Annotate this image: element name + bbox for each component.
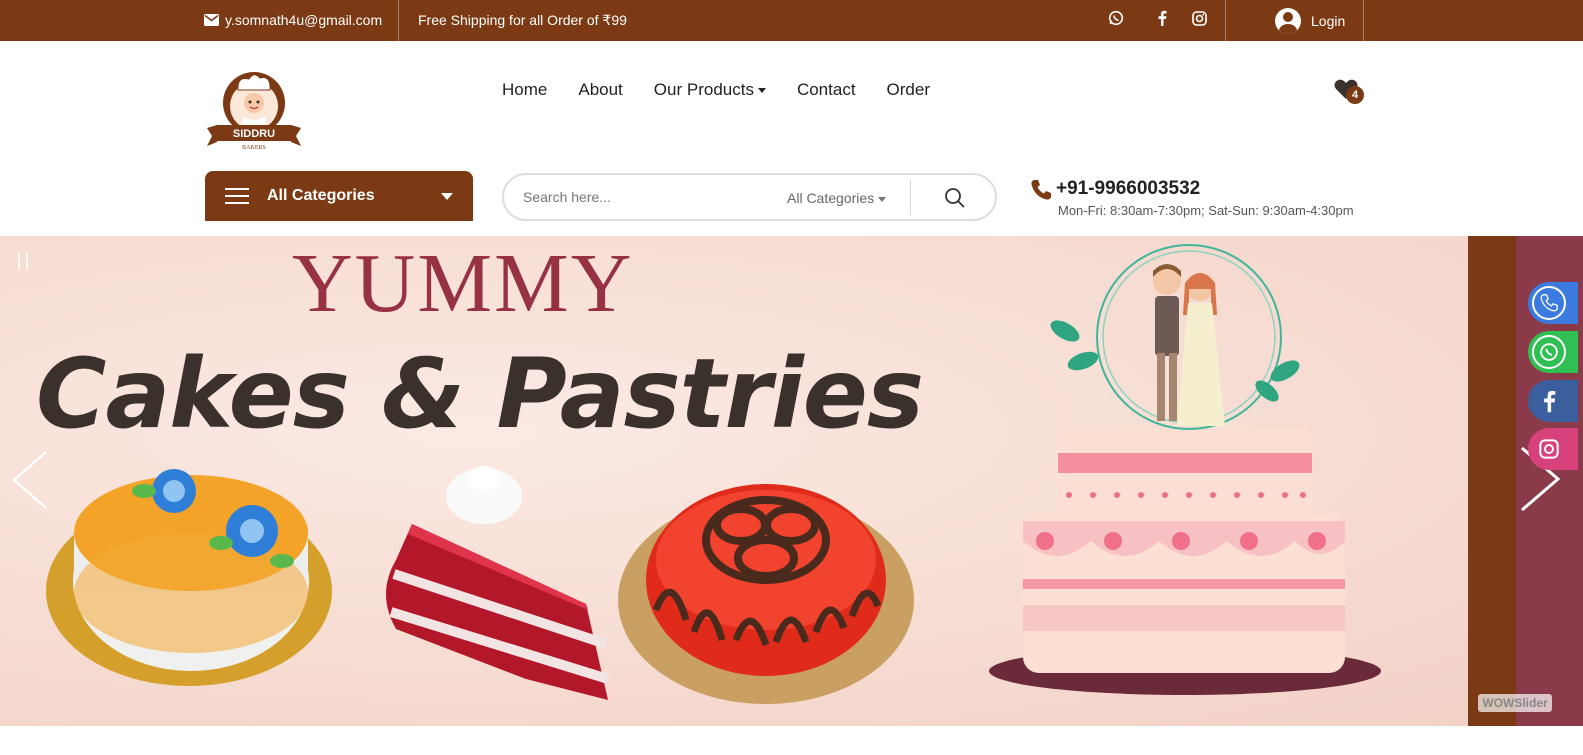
slider-prev-arrow-icon[interactable] — [10, 450, 50, 510]
banner-title-large: Cakes & Pastries — [36, 338, 924, 450]
search-bar: All Categories — [502, 173, 997, 221]
divider — [398, 0, 399, 41]
nav-order[interactable]: Order — [887, 80, 930, 100]
email-text: y.somnath4u@gmail.com — [225, 12, 383, 28]
hero-slider: YUMMY Cakes & Pastries WOWSlider — [0, 236, 1583, 726]
top-bar: y.somnath4u@gmail.com Free Shipping for … — [0, 0, 1583, 41]
nav-our-products-label: Our Products — [653, 80, 754, 99]
orange-cake-image — [46, 469, 332, 686]
whatsapp-icon[interactable] — [1107, 9, 1125, 27]
all-categories-button[interactable]: All Categories — [205, 171, 473, 221]
instagram-icon — [1532, 432, 1566, 466]
facebook-floating-button[interactable] — [1528, 380, 1578, 422]
divider — [910, 179, 911, 215]
caret-down-icon — [757, 88, 766, 94]
main-nav: Home About Our Products Contact Order — [502, 80, 930, 100]
list-menu-icon — [225, 188, 249, 204]
logo-subtext: BAKERS — [242, 145, 266, 151]
opening-hours: Mon-Fri: 8:30am-7:30pm; Sat-Sun: 9:30am-… — [1058, 203, 1354, 218]
search-category-select[interactable]: All Categories — [787, 190, 887, 206]
wishlist-count-badge: 4 — [1346, 86, 1364, 104]
wedding-cake-image — [989, 244, 1381, 695]
envelope-icon — [204, 14, 219, 26]
email-link[interactable]: y.somnath4u@gmail.com — [204, 12, 382, 28]
nav-our-products[interactable]: Our Products — [654, 80, 766, 100]
logo-text: SIDDRU — [233, 128, 275, 140]
search-button[interactable] — [944, 187, 966, 209]
whatsapp-icon — [1532, 335, 1566, 369]
login-label: Login — [1311, 13, 1346, 29]
instagram-floating-button[interactable] — [1528, 428, 1578, 470]
red-chocolate-cake-image — [618, 484, 914, 704]
wishlist-button[interactable]: 4 — [1334, 78, 1366, 106]
search-icon — [945, 188, 965, 208]
user-icon — [1275, 8, 1301, 34]
banner-title-small: YUMMY — [292, 237, 634, 330]
whatsapp-floating-button[interactable] — [1528, 331, 1578, 373]
all-categories-label: All Categories — [267, 187, 375, 204]
caret-down-icon — [878, 196, 887, 202]
pause-icon[interactable] — [18, 252, 28, 270]
red-velvet-slice-image — [386, 466, 610, 700]
nav-about[interactable]: About — [578, 80, 622, 100]
login-button[interactable]: Login — [1275, 8, 1345, 34]
phone-number[interactable]: +91-9966003532 — [1056, 178, 1200, 200]
call-floating-button[interactable] — [1528, 282, 1578, 324]
nav-home[interactable]: Home — [502, 80, 547, 100]
facebook-icon — [1532, 384, 1566, 418]
search-input[interactable] — [504, 189, 764, 205]
site-logo[interactable]: SIDDRU BAKERS — [205, 70, 303, 152]
nav-contact[interactable]: Contact — [797, 80, 856, 100]
caret-down-icon — [441, 193, 453, 200]
facebook-icon[interactable] — [1153, 9, 1171, 27]
phone-icon — [1031, 180, 1051, 200]
shipping-notice: Free Shipping for all Order of ₹99 — [418, 12, 627, 28]
phone-icon — [1532, 286, 1566, 320]
slider-side-panel — [1468, 236, 1516, 726]
divider — [1363, 0, 1364, 41]
search-category-label: All Categories — [787, 190, 875, 206]
divider — [1225, 0, 1226, 41]
wowslider-watermark[interactable]: WOWSlider — [1478, 694, 1552, 712]
instagram-icon[interactable] — [1190, 9, 1208, 27]
